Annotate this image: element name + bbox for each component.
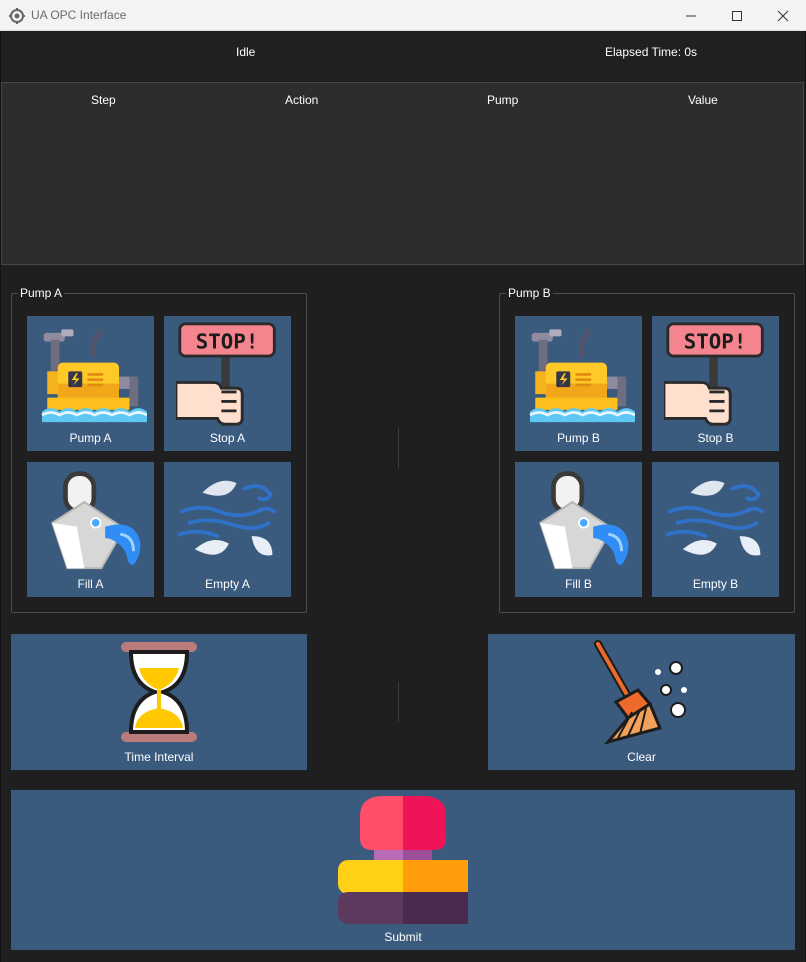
- fill-b-button[interactable]: Fill B: [515, 462, 642, 597]
- time-interval-label: Time Interval: [124, 750, 194, 764]
- gear-app-icon: [9, 8, 25, 24]
- minimize-button[interactable]: [668, 0, 714, 31]
- close-button[interactable]: [760, 0, 806, 31]
- stop-sign-hand-icon: [664, 322, 768, 426]
- water-pump-icon: [35, 320, 147, 428]
- minimize-icon: [686, 15, 696, 16]
- water-pump-icon: [523, 320, 635, 428]
- column-header-value[interactable]: Value: [688, 93, 718, 107]
- stop-a-button[interactable]: Stop A: [164, 316, 291, 451]
- column-header-step[interactable]: Step: [91, 93, 116, 107]
- stop-sign-hand-icon: [176, 322, 280, 426]
- column-header-action[interactable]: Action: [285, 93, 318, 107]
- push-button-icon: [338, 796, 468, 926]
- hourglass-icon: [119, 640, 199, 744]
- window-title: UA OPC Interface: [31, 8, 127, 22]
- pump-a-label: Pump A: [69, 431, 112, 445]
- maximize-button[interactable]: [714, 0, 760, 31]
- empty-b-button[interactable]: Empty B: [652, 462, 779, 597]
- clear-button[interactable]: Clear: [488, 634, 795, 770]
- status-bar: Idle Elapsed Time: 0s: [1, 31, 805, 81]
- maximize-icon: [732, 10, 742, 21]
- column-header-pump[interactable]: Pump: [487, 93, 518, 107]
- empty-b-label: Empty B: [692, 577, 739, 591]
- submit-button[interactable]: Submit: [11, 790, 795, 950]
- close-icon: [777, 10, 789, 21]
- pump-a-group-title: Pump A: [18, 286, 65, 300]
- steps-table[interactable]: Step Action Pump Value: [1, 82, 804, 265]
- submit-label: Submit: [384, 930, 422, 944]
- wind-leaves-icon: [176, 468, 280, 572]
- fill-a-button[interactable]: Fill A: [27, 462, 154, 597]
- time-interval-button[interactable]: Time Interval: [11, 634, 307, 770]
- pump-b-group-title: Pump B: [506, 286, 553, 300]
- pump-b-label: Pump B: [557, 431, 600, 445]
- status-label: Idle: [236, 45, 256, 59]
- splitter-handle[interactable]: [398, 428, 399, 468]
- wind-leaves-icon: [664, 468, 768, 572]
- empty-a-button[interactable]: Empty A: [164, 462, 291, 597]
- stop-b-label: Stop B: [697, 431, 734, 445]
- fill-a-label: Fill A: [77, 577, 104, 591]
- pump-a-button[interactable]: Pump A: [27, 316, 154, 451]
- clear-label: Clear: [627, 750, 656, 764]
- empty-a-label: Empty A: [205, 577, 250, 591]
- elapsed-time-label: Elapsed Time: 0s: [605, 45, 698, 59]
- stop-a-label: Stop A: [209, 431, 246, 445]
- bucket-pour-icon: [39, 468, 143, 572]
- pump-b-button[interactable]: Pump B: [515, 316, 642, 451]
- splitter-handle-lower[interactable]: [398, 682, 399, 722]
- title-bar: UA OPC Interface: [0, 0, 806, 31]
- bucket-pour-icon: [527, 468, 631, 572]
- fill-b-label: Fill B: [565, 577, 592, 591]
- stop-b-button[interactable]: Stop B: [652, 316, 779, 451]
- broom-icon: [592, 640, 692, 744]
